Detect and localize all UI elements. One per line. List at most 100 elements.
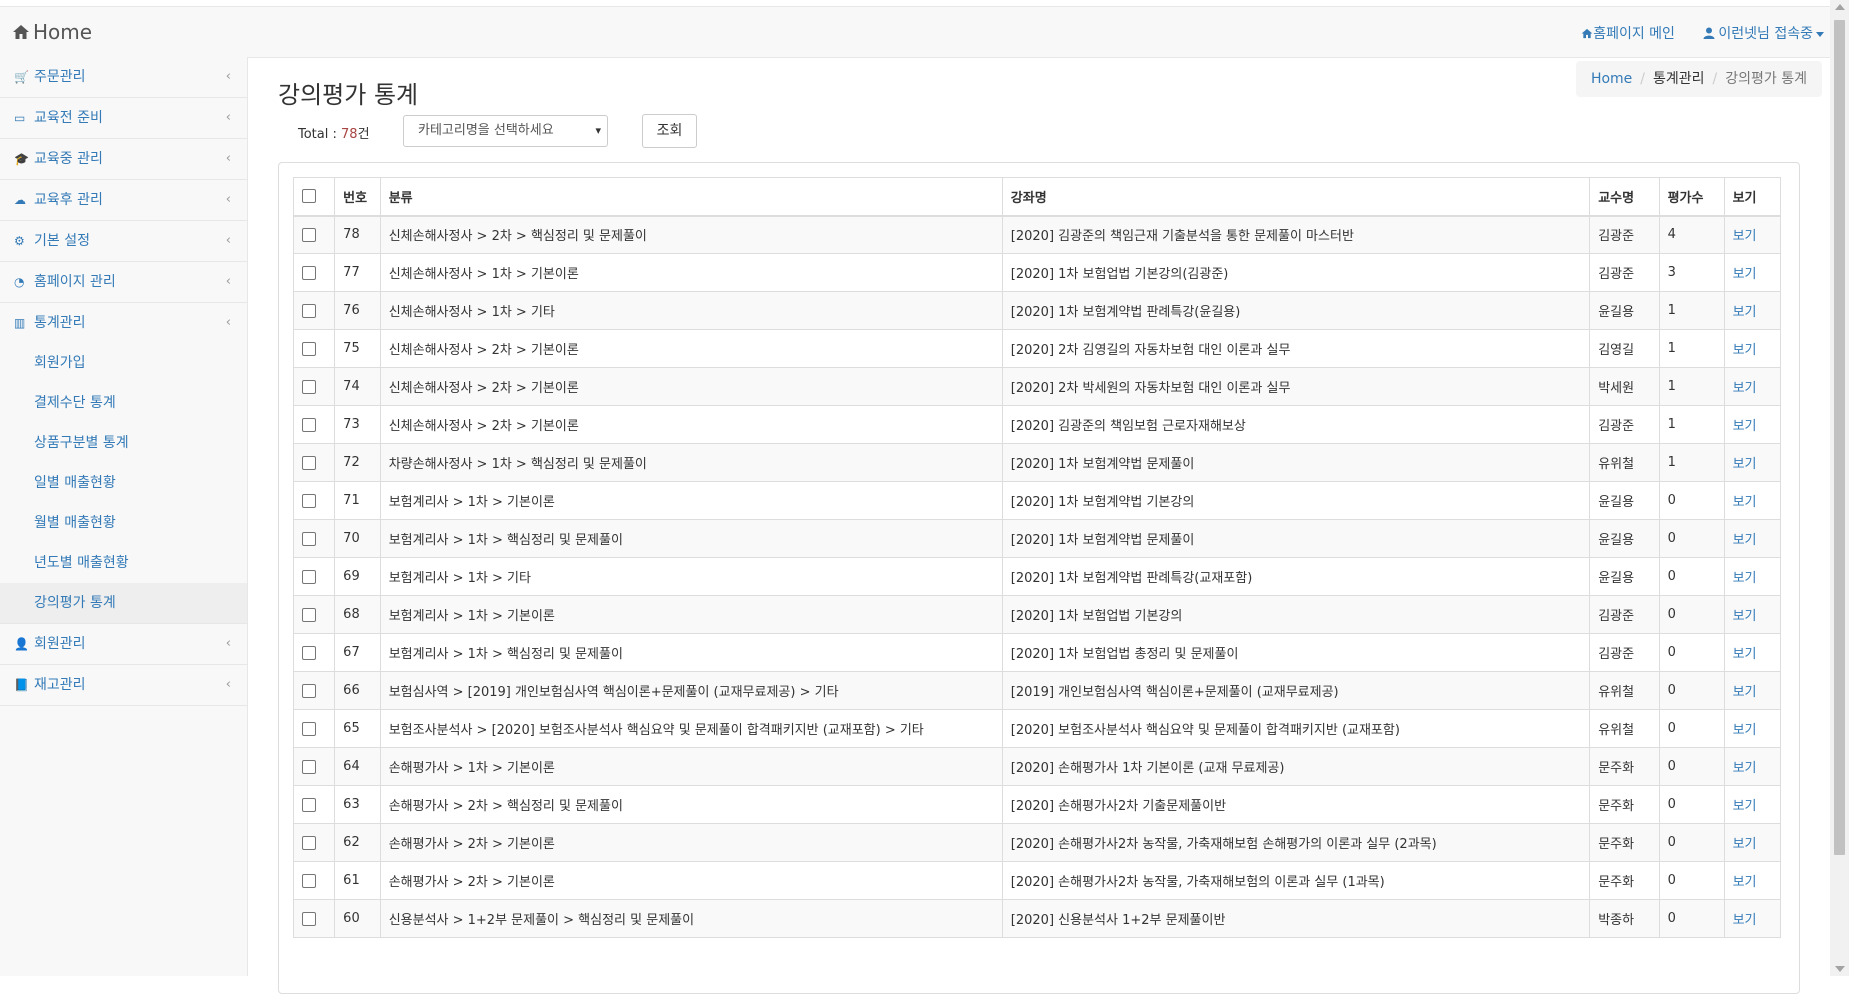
row-checkbox[interactable] — [302, 265, 316, 280]
sidebar-item-statistics[interactable]: ▥ 통계관리 ‹ — [0, 303, 247, 343]
cell-no: 70 — [334, 519, 381, 558]
submenu-signup[interactable]: 회원가입 — [0, 343, 247, 383]
cell-eval-count: 1 — [1658, 367, 1725, 406]
sidebar-item-during-education[interactable]: 🎓 교육중 관리 ‹ — [0, 139, 247, 180]
row-checkbox[interactable] — [302, 645, 316, 660]
sidebar-item-order[interactable]: 🛒 주문관리 ‹ — [0, 57, 247, 98]
submenu-monthly-sales[interactable]: 월별 매출현황 — [0, 503, 247, 543]
cell-course: [2020] 손해평가사2차 기출문제풀이반 — [1001, 785, 1591, 824]
row-checkbox[interactable] — [302, 797, 316, 812]
row-checkbox[interactable] — [302, 569, 316, 584]
submenu-yearly-sales[interactable]: 년도별 매출현황 — [0, 543, 247, 583]
scrollbar-thumb[interactable] — [1834, 20, 1845, 855]
col-no: 번호 — [334, 177, 381, 217]
cell-eval-count: 0 — [1658, 785, 1725, 824]
cart-icon: 🛒 — [14, 70, 29, 84]
chevron-left-icon: ‹ — [225, 636, 231, 651]
brand-home-link[interactable]: Home — [12, 20, 92, 44]
row-checkbox[interactable] — [302, 341, 316, 356]
breadcrumb-statistics[interactable]: 통계관리 — [1653, 71, 1705, 87]
row-checkbox[interactable] — [302, 873, 316, 888]
sidebar-item-homepage[interactable]: ◔ 홈페이지 관리 ‹ — [0, 262, 247, 303]
view-link[interactable]: 보기 — [1733, 229, 1757, 244]
chevron-left-icon: ‹ — [225, 192, 231, 207]
view-link[interactable]: 보기 — [1733, 343, 1757, 358]
bar-chart-icon: ▥ — [14, 316, 26, 330]
sidebar-item-pre-education[interactable]: ▭ 교육전 준비 ‹ — [0, 98, 247, 139]
search-button[interactable]: 조회 — [642, 114, 697, 148]
col-category: 분류 — [379, 177, 1003, 217]
cell-course: [2020] 김광준의 책임보험 근로자재해보상 — [1001, 405, 1591, 444]
cell-category: 손해평가사 > 2차 > 기본이론 — [379, 861, 1003, 900]
row-checkbox[interactable] — [302, 607, 316, 622]
view-link[interactable]: 보기 — [1733, 381, 1757, 396]
view-link[interactable]: 보기 — [1733, 685, 1757, 700]
cell-professor: 김영길 — [1589, 329, 1660, 368]
sidebar-item-basic-settings[interactable]: ⚙ 기본 설정 ‹ — [0, 221, 247, 262]
view-link[interactable]: 보기 — [1733, 837, 1757, 852]
view-link[interactable]: 보기 — [1733, 267, 1757, 282]
view-link[interactable]: 보기 — [1733, 533, 1757, 548]
row-checkbox[interactable] — [302, 227, 316, 242]
view-link[interactable]: 보기 — [1733, 761, 1757, 776]
user-menu-dropdown[interactable]: 이런넷님 접속중 — [1703, 26, 1824, 42]
vertical-scrollbar[interactable] — [1830, 0, 1849, 976]
cell-eval-count: 0 — [1658, 595, 1725, 634]
cell-professor: 문주화 — [1589, 823, 1660, 862]
row-checkbox[interactable] — [302, 417, 316, 432]
view-link[interactable]: 보기 — [1733, 799, 1757, 814]
view-link[interactable]: 보기 — [1733, 723, 1757, 738]
cell-eval-count: 0 — [1658, 557, 1725, 596]
view-link[interactable]: 보기 — [1733, 875, 1757, 890]
sidebar-item-post-education[interactable]: ☁ 교육후 관리 ‹ — [0, 180, 247, 221]
row-checkbox[interactable] — [302, 683, 316, 698]
view-link[interactable]: 보기 — [1733, 647, 1757, 662]
cell-professor: 김광준 — [1589, 253, 1660, 292]
homepage-main-link[interactable]: 홈페이지 메인 — [1581, 26, 1679, 42]
breadcrumb-home[interactable]: Home — [1591, 71, 1632, 87]
sidebar-item-inventory[interactable]: 📘 재고관리 ‹ — [0, 665, 247, 706]
cell-course: [2020] 손해평가사2차 농작물, 가축재해보험의 이론과 실무 (1과목) — [1001, 861, 1591, 900]
row-checkbox[interactable] — [302, 455, 316, 470]
submenu-lecture-eval[interactable]: 강의평가 통계 — [0, 583, 247, 623]
cell-eval-count: 0 — [1658, 823, 1725, 862]
page-title: 강의평가 통계 — [278, 81, 419, 109]
submenu-daily-sales[interactable]: 일별 매출현황 — [0, 463, 247, 503]
view-link[interactable]: 보기 — [1733, 571, 1757, 586]
category-select[interactable]: 카테고리명을 선택하세요 ▾ — [403, 115, 608, 147]
view-link[interactable]: 보기 — [1733, 305, 1757, 320]
row-checkbox[interactable] — [302, 835, 316, 850]
graduation-cap-icon: 🎓 — [14, 152, 29, 166]
main-content: 강의평가 통계 Home / 통계관리 / 강의평가 통계 Total : 78건 카테… — [248, 57, 1830, 994]
sidebar-item-members[interactable]: 👤 회원관리 ‹ — [0, 624, 247, 665]
total-count: Total : 78건 — [298, 123, 370, 142]
scroll-down-arrow-icon[interactable] — [1835, 966, 1845, 972]
cell-category: 손해평가사 > 1차 > 기본이론 — [379, 747, 1003, 786]
view-link[interactable]: 보기 — [1733, 609, 1757, 624]
top-navbar: Home 홈페이지 메인 이런넷님 접속중 — [0, 6, 1830, 58]
row-checkbox[interactable] — [302, 379, 316, 394]
table-row: 75 신체손해사정사 > 2차 > 기본이론 [2020] 2차 김영길의 자동차보… — [292, 329, 1782, 368]
select-all-checkbox[interactable] — [302, 189, 316, 204]
cell-professor: 박세원 — [1589, 367, 1660, 406]
row-checkbox[interactable] — [302, 531, 316, 546]
scroll-up-arrow-icon[interactable] — [1835, 4, 1845, 10]
row-checkbox[interactable] — [302, 721, 316, 736]
cell-course: [2020] 2차 박세원의 자동차보험 대인 이론과 실무 — [1001, 367, 1591, 406]
submenu-product-category[interactable]: 상품구분별 통계 — [0, 423, 247, 463]
view-link[interactable]: 보기 — [1733, 495, 1757, 510]
cell-course: [2020] 1차 보험업법 기본강의 — [1001, 595, 1591, 634]
row-checkbox[interactable] — [302, 303, 316, 318]
view-link[interactable]: 보기 — [1733, 419, 1757, 434]
sidebar-item-label: 교육후 관리 — [34, 192, 103, 208]
row-checkbox[interactable] — [302, 911, 316, 926]
view-link[interactable]: 보기 — [1733, 457, 1757, 472]
cell-course: [2020] 2차 김영길의 자동차보험 대인 이론과 실무 — [1001, 329, 1591, 368]
row-checkbox[interactable] — [302, 493, 316, 508]
submenu-payment-method[interactable]: 결제수단 통계 — [0, 383, 247, 423]
cell-professor: 김광준 — [1589, 405, 1660, 444]
chevron-down-icon: ▾ — [595, 124, 601, 137]
row-checkbox[interactable] — [302, 759, 316, 774]
cell-category: 보험계리사 > 1차 > 기본이론 — [379, 595, 1003, 634]
view-link[interactable]: 보기 — [1733, 913, 1757, 928]
